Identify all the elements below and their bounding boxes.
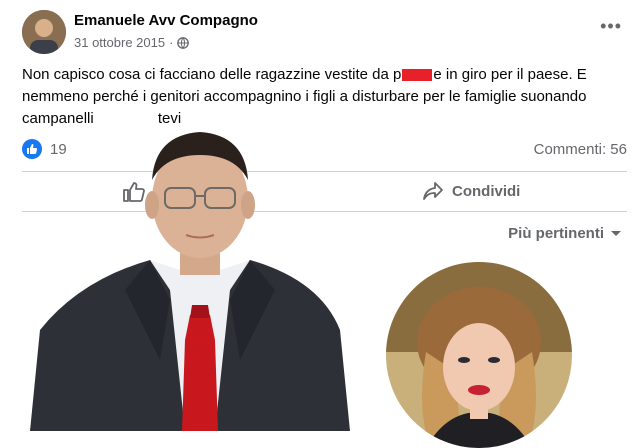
chevron-down-icon xyxy=(611,230,621,236)
author-avatar[interactable] xyxy=(22,10,66,54)
more-icon[interactable]: ••• xyxy=(600,16,622,37)
author-name[interactable]: Emanuele Avv Compagno xyxy=(74,12,258,29)
post-text-part1: Non capisco cosa ci facciano delle ragaz… xyxy=(22,66,402,83)
comment-sort-dropdown[interactable]: Più pertinenti xyxy=(508,225,622,242)
sort-label: Più pertinenti xyxy=(508,225,604,242)
share-button[interactable]: Condividi xyxy=(422,181,520,201)
post-header: Emanuele Avv Compagno 31 ottobre 2015 · … xyxy=(22,10,622,56)
post-date[interactable]: 31 ottobre 2015 xyxy=(74,35,165,50)
censor-mark xyxy=(402,69,433,82)
man-photo xyxy=(30,132,350,431)
globe-icon xyxy=(177,36,190,49)
post-meta: 31 ottobre 2015 · xyxy=(74,35,190,50)
share-label: Condividi xyxy=(452,182,521,200)
comment-count[interactable]: Commenti: 56 xyxy=(534,141,627,158)
meta-separator: · xyxy=(169,35,174,50)
woman-photo xyxy=(386,262,572,448)
share-icon xyxy=(423,182,443,200)
